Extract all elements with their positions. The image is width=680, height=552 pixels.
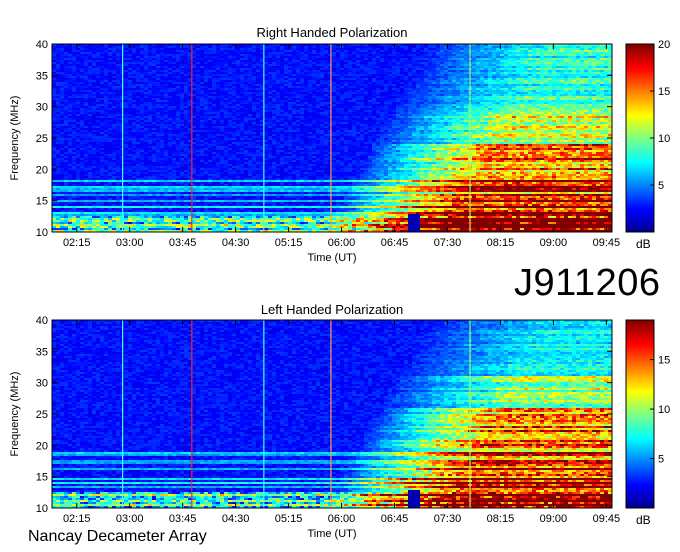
heatmap-area <box>52 44 613 233</box>
panel-right-polarization: Right Handed Polarization 02:15 03:00 03:4… <box>9 25 670 264</box>
panel-title: Right Handed Polarization <box>256 25 407 40</box>
